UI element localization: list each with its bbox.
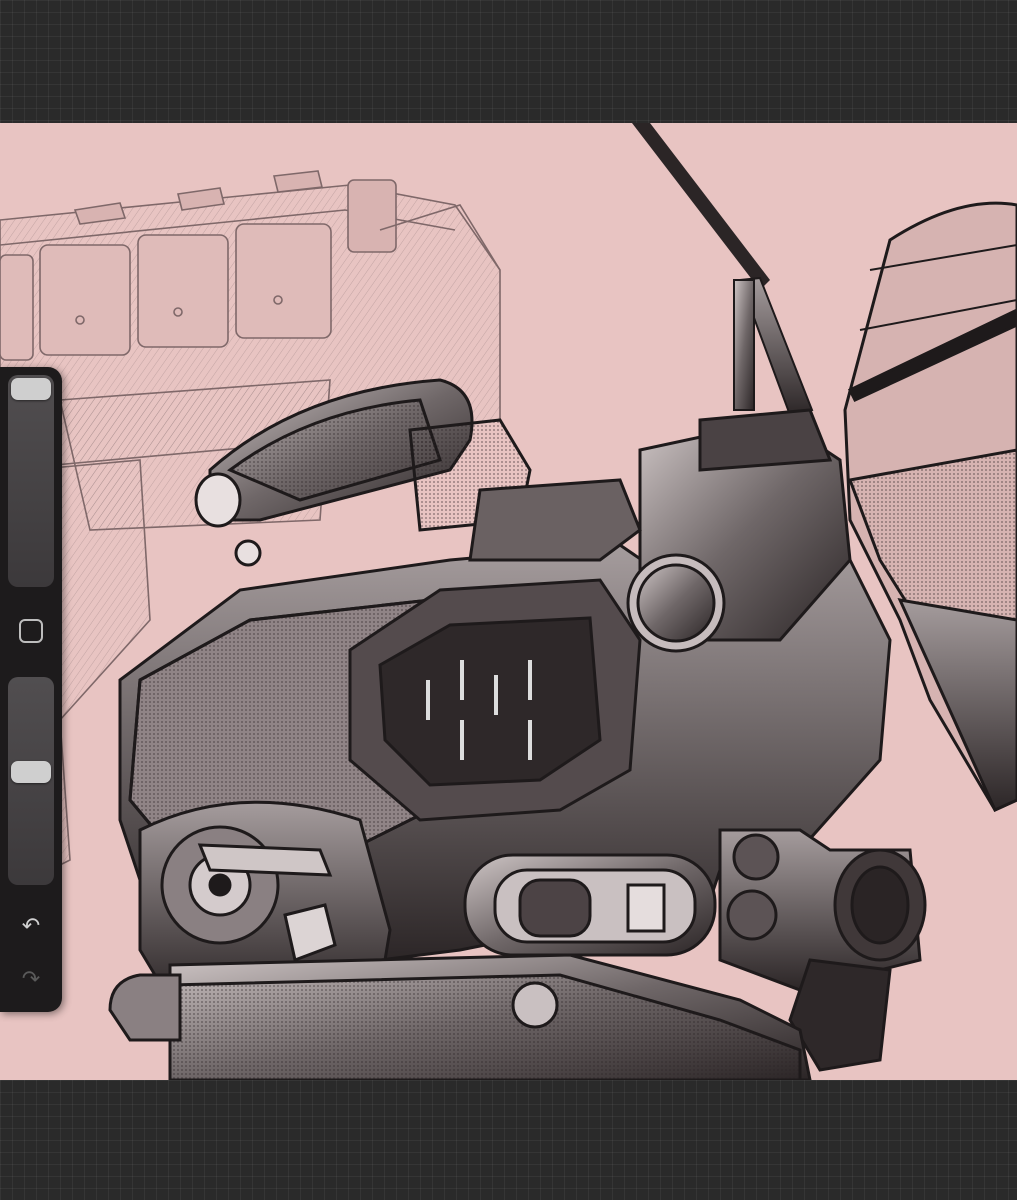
brush-size-thumb[interactable] [11,378,51,400]
artwork [0,123,1017,1080]
opacity-slider[interactable] [8,677,54,885]
modify-button[interactable] [19,619,43,643]
opacity-thumb[interactable] [11,761,51,783]
redo-arrow-icon: ↷ [21,967,41,992]
brush-size-slider[interactable] [8,375,54,587]
undo-button[interactable]: ↶ [14,912,48,942]
redo-button[interactable]: ↷ [14,965,48,995]
mech-body [108,378,927,1080]
sidebar: ↶ ↷ [0,367,62,1012]
drawing-canvas[interactable] [0,123,1017,1080]
undo-arrow-icon: ↶ [21,914,41,939]
antenna [632,123,814,417]
